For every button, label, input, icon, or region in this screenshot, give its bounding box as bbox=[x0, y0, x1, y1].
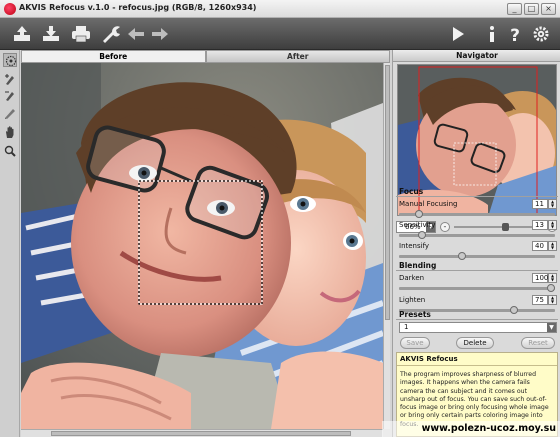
darken-input[interactable]: 100 bbox=[532, 273, 548, 283]
darken-slider-thumb[interactable] bbox=[547, 284, 555, 292]
darken-param: Darken 100 ▲ ▼ bbox=[396, 273, 558, 297]
manual-focusing-input[interactable]: 11 bbox=[532, 199, 548, 209]
close-button[interactable]: × bbox=[541, 3, 556, 15]
presets-title: Presets bbox=[396, 310, 558, 320]
preferences-icon[interactable] bbox=[100, 24, 122, 44]
preset-selected: 1 bbox=[404, 323, 409, 331]
redo-icon[interactable] bbox=[149, 24, 171, 44]
focus-section: Focus Manual Focusing 11 ▲ ▼ Sensitivity … bbox=[396, 187, 558, 260]
darken-stepper[interactable]: ▲ ▼ bbox=[548, 273, 557, 283]
chevron-down-icon: ▼ bbox=[547, 323, 556, 332]
view-tabs: Before After bbox=[21, 50, 390, 63]
manual-focusing-label: Manual Focusing bbox=[399, 200, 458, 208]
eraser-brush-icon[interactable] bbox=[3, 88, 17, 102]
reset-preset-button[interactable]: Reset bbox=[521, 337, 555, 349]
settings-panel: Navigator 66% ▼ - + Focus bbox=[392, 50, 560, 437]
save-icon[interactable] bbox=[40, 24, 62, 44]
window-title: AKVIS Refocus v.1.0 - refocus.jpg (RGB/8… bbox=[19, 3, 257, 12]
horizontal-scrollbar[interactable] bbox=[21, 429, 383, 437]
settings-icon[interactable] bbox=[530, 24, 552, 44]
watermark: www.polezn-ucoz.moy.su bbox=[382, 421, 560, 437]
title-bar: AKVIS Refocus v.1.0 - refocus.jpg (RGB/8… bbox=[0, 0, 560, 18]
lighten-input[interactable]: 75 bbox=[532, 295, 548, 305]
help-title: AKVIS Refocus bbox=[397, 353, 557, 366]
sensitivity-slider-thumb[interactable] bbox=[418, 231, 427, 239]
manual-focusing-stepper[interactable]: ▲ ▼ bbox=[548, 199, 557, 209]
tool-strip bbox=[0, 50, 20, 437]
tab-after[interactable]: After bbox=[205, 50, 390, 63]
intensify-input[interactable]: 40 bbox=[532, 241, 548, 251]
save-preset-button[interactable]: Save bbox=[400, 337, 430, 349]
minimize-button[interactable]: _ bbox=[507, 3, 522, 15]
sensitivity-label: Sensitivity bbox=[399, 221, 436, 229]
focus-title: Focus bbox=[396, 187, 558, 197]
intensify-slider-thumb[interactable] bbox=[458, 252, 467, 260]
vertical-scrollbar[interactable] bbox=[383, 63, 390, 429]
lighten-stepper[interactable]: ▲ ▼ bbox=[548, 295, 557, 305]
navigator-title: Navigator bbox=[393, 50, 560, 62]
refocus-area-icon[interactable] bbox=[3, 53, 17, 67]
akvis-logo-icon bbox=[4, 3, 16, 15]
print-icon[interactable] bbox=[70, 24, 92, 44]
intensify-stepper[interactable]: ▲ ▼ bbox=[548, 241, 557, 251]
image-canvas[interactable] bbox=[21, 63, 383, 429]
presets-section: Presets 1 ▼ Save Delete Reset bbox=[396, 310, 558, 350]
focus-brush-icon[interactable] bbox=[3, 72, 17, 86]
darken-slider[interactable] bbox=[399, 287, 555, 290]
sensitivity-stepper[interactable]: ▲ ▼ bbox=[548, 220, 557, 230]
zoom-icon[interactable] bbox=[3, 144, 17, 158]
preset-select[interactable]: 1 ▼ bbox=[399, 322, 557, 333]
blending-section: Blending Darken 100 ▲ ▼ Lighten 75 ▲ ▼ bbox=[396, 261, 558, 314]
hand-icon[interactable] bbox=[3, 125, 17, 139]
undo-icon[interactable] bbox=[125, 24, 147, 44]
pencil-icon[interactable] bbox=[3, 106, 17, 120]
help-icon[interactable]: ? bbox=[504, 24, 526, 44]
lighten-label: Lighten bbox=[399, 296, 426, 304]
darken-label: Darken bbox=[399, 274, 425, 282]
blending-title: Blending bbox=[396, 261, 558, 271]
intensify-label: Intensify bbox=[399, 242, 430, 250]
help-text: The program improves sharpness of blurre… bbox=[400, 371, 549, 428]
manual-focusing-slider-thumb[interactable] bbox=[415, 210, 424, 218]
run-icon[interactable] bbox=[447, 24, 469, 44]
sensitivity-input[interactable]: 13 bbox=[532, 220, 548, 230]
intensify-slider[interactable] bbox=[399, 255, 555, 258]
info-icon[interactable] bbox=[481, 24, 503, 44]
open-icon[interactable] bbox=[11, 24, 33, 44]
delete-preset-button[interactable]: Delete bbox=[456, 337, 494, 349]
tab-before[interactable]: Before bbox=[21, 50, 206, 63]
maximize-button[interactable]: □ bbox=[524, 3, 539, 15]
main-toolbar: ? bbox=[0, 18, 560, 50]
svg-text:?: ? bbox=[510, 26, 520, 44]
